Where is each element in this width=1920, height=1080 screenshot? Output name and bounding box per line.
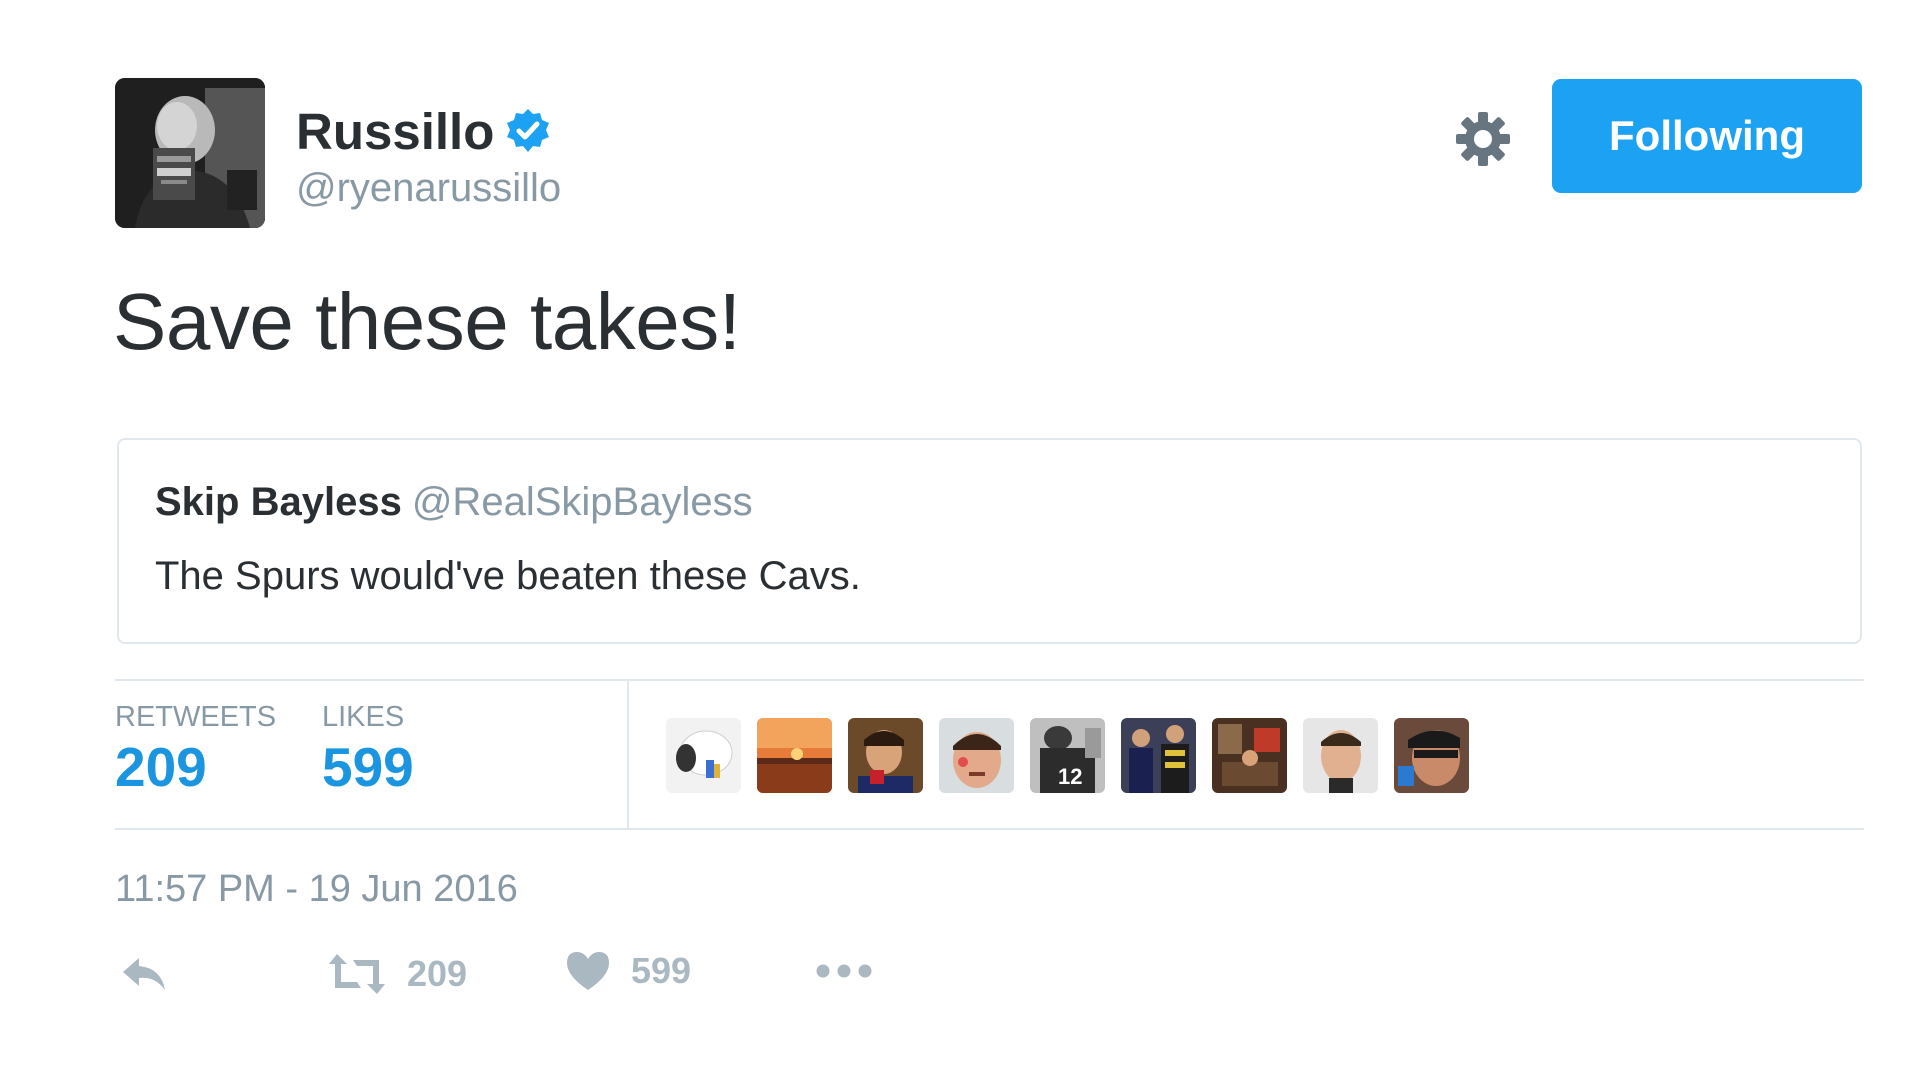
tweet-card: Russillo @ryenarussillo Following Save t… bbox=[113, 78, 1865, 994]
author-display-name[interactable]: Russillo bbox=[296, 106, 494, 157]
svg-text:12: 12 bbox=[1058, 764, 1082, 789]
liker-avatar-icon[interactable] bbox=[666, 718, 741, 793]
likes-stat[interactable]: LIKES 599 bbox=[322, 703, 414, 795]
like-count: 599 bbox=[631, 950, 692, 991]
liker-avatar-icon[interactable] bbox=[1121, 718, 1196, 793]
following-button[interactable]: Following bbox=[1552, 79, 1862, 193]
liker-avatar-icon[interactable] bbox=[939, 718, 1014, 793]
reply-button[interactable] bbox=[119, 952, 169, 996]
liker-avatar-icon[interactable] bbox=[1303, 718, 1378, 793]
like-button[interactable]: 599 bbox=[565, 950, 691, 992]
author-screen-name[interactable]: @ryenarussillo bbox=[296, 166, 561, 210]
retweets-stat[interactable]: RETWEETS 209 bbox=[115, 703, 276, 795]
liker-avatar-icon[interactable]: 12 bbox=[1030, 718, 1105, 793]
author-name-block: Russillo @ryenarussillo bbox=[296, 98, 561, 211]
gear-icon[interactable] bbox=[1452, 108, 1514, 170]
quoted-tweet[interactable]: Skip Bayless @RealSkipBayless The Spurs w… bbox=[117, 438, 1862, 644]
retweet-icon bbox=[327, 950, 387, 998]
retweets-label: RETWEETS bbox=[115, 701, 277, 733]
tweet-actions: 209 599 bbox=[115, 948, 1015, 1008]
more-icon bbox=[815, 962, 873, 980]
verified-badge-icon bbox=[504, 107, 552, 155]
retweets-value: 209 bbox=[115, 736, 207, 798]
quoted-author-handle: @RealSkipBayless bbox=[411, 480, 753, 524]
tweet-timestamp[interactable]: 11:57 PM - 19 Jun 2016 bbox=[115, 870, 518, 908]
retweet-count: 209 bbox=[407, 953, 468, 994]
tweet-stats: RETWEETS 209 LIKES 599 12 bbox=[115, 679, 1864, 830]
stats-divider bbox=[627, 681, 629, 828]
liker-avatar-icon[interactable] bbox=[1394, 718, 1469, 793]
author-avatar[interactable] bbox=[115, 78, 265, 228]
quoted-tweet-header: Skip Bayless @RealSkipBayless bbox=[155, 482, 753, 522]
reply-icon bbox=[119, 952, 169, 996]
likes-label: LIKES bbox=[322, 701, 405, 733]
quoted-author-name: Skip Bayless bbox=[155, 480, 402, 524]
tweet-header: Russillo @ryenarussillo Following bbox=[115, 78, 1865, 228]
liker-avatar-icon[interactable] bbox=[848, 718, 923, 793]
liker-avatars: 12 bbox=[666, 718, 1469, 793]
quoted-tweet-text: The Spurs would've beaten these Cavs. bbox=[155, 554, 861, 598]
user-photo-avatar-icon bbox=[115, 78, 265, 228]
liker-avatar-icon[interactable] bbox=[757, 718, 832, 793]
author-name-row: Russillo bbox=[296, 98, 561, 164]
retweet-button[interactable]: 209 bbox=[327, 950, 467, 998]
liker-avatar-icon[interactable] bbox=[1212, 718, 1287, 793]
heart-icon bbox=[565, 950, 611, 992]
tweet-text: Save these takes! bbox=[113, 277, 741, 366]
likes-value: 599 bbox=[322, 736, 414, 798]
more-button[interactable] bbox=[815, 962, 873, 980]
